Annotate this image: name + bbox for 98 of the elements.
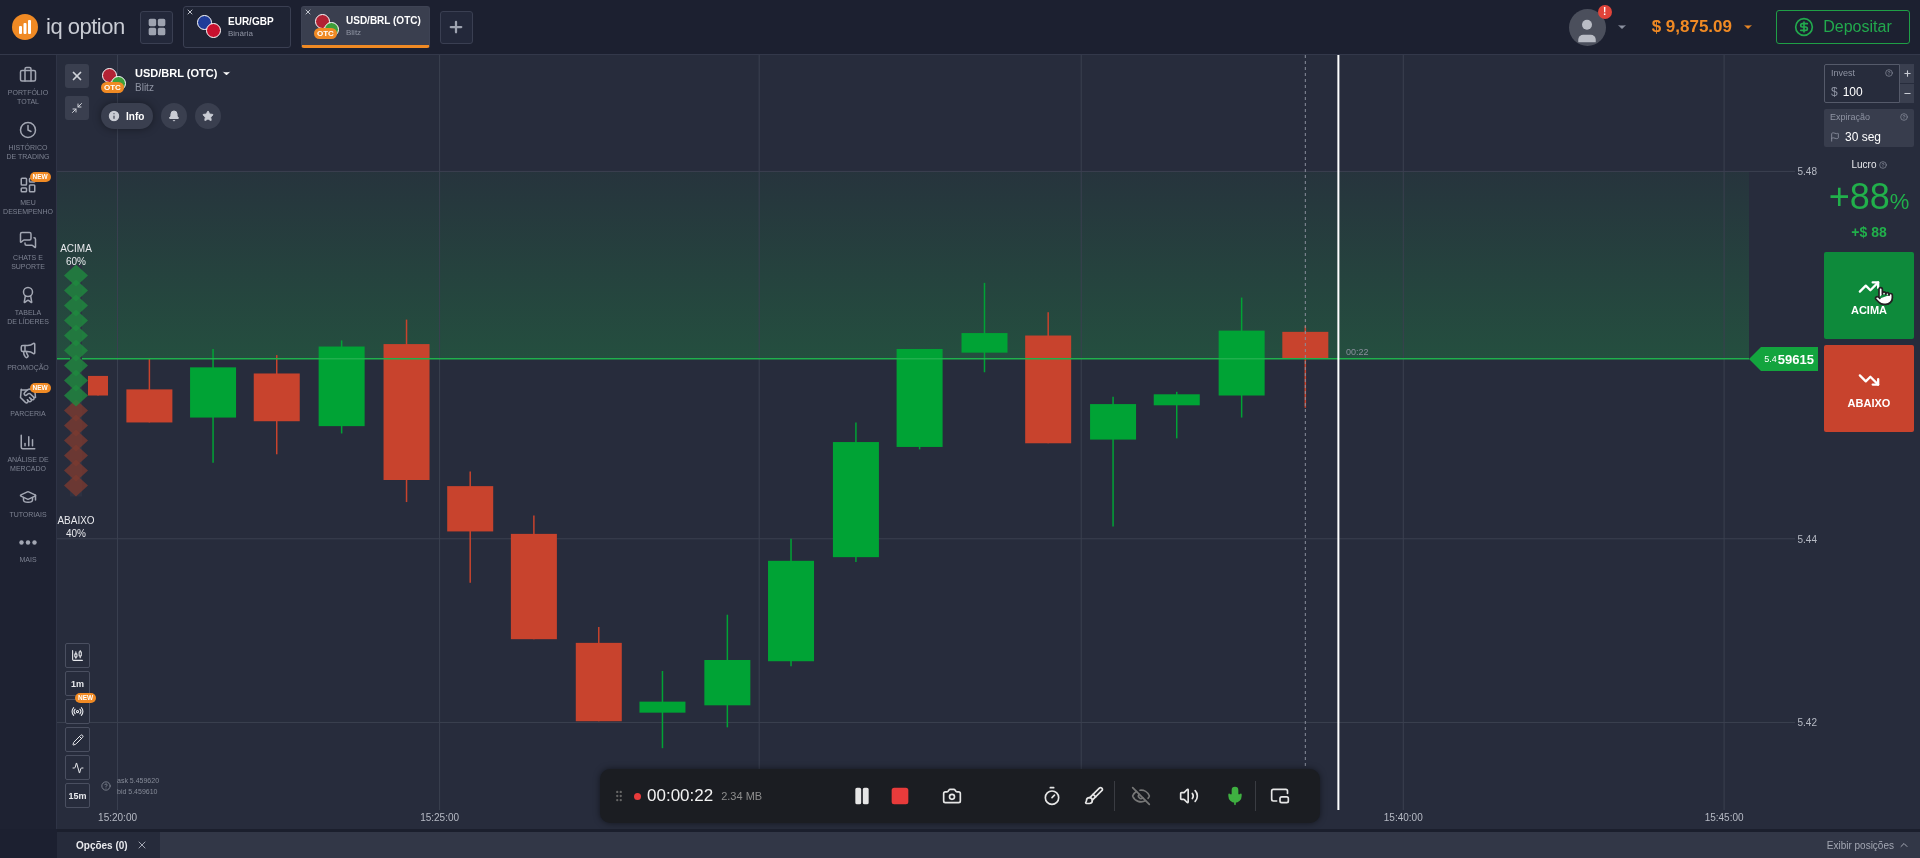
price-axis-label: 5.44 xyxy=(1797,533,1817,545)
up-button[interactable]: ACIMA xyxy=(1824,252,1914,339)
close-button[interactable] xyxy=(65,64,89,88)
candle xyxy=(1153,391,1200,440)
signal-icon xyxy=(71,705,84,718)
asset-tab[interactable]: EUR/GBP Binária xyxy=(183,6,291,48)
bell-icon xyxy=(168,110,181,122)
down-button[interactable]: ABAIXO xyxy=(1824,345,1914,432)
avatar[interactable] xyxy=(1568,8,1606,46)
decrease-button[interactable] xyxy=(1900,84,1914,103)
recording-size: 2.34 MB xyxy=(721,790,763,802)
profit-amount: +$ 88 xyxy=(1850,224,1888,240)
bar-chart-icon xyxy=(19,433,37,451)
close-icon[interactable] xyxy=(304,8,312,16)
help-icon[interactable] xyxy=(101,781,111,791)
grid-icon xyxy=(146,17,167,37)
alert-badge: ! xyxy=(1597,4,1612,19)
more-icon xyxy=(19,540,37,545)
tab-title: EUR/GBP xyxy=(228,16,274,27)
currency-symbol: $ xyxy=(1831,85,1838,99)
field-label: Invest xyxy=(1831,68,1855,78)
tab-title: USD/BRL (OTC) xyxy=(346,15,421,26)
candle xyxy=(126,358,173,424)
sentiment-percent: 60% xyxy=(65,255,87,268)
expiration-field[interactable]: Expiração 30 seg xyxy=(1824,109,1914,147)
tab-subtitle: Blitz xyxy=(346,28,363,37)
sentiment-label: ACIMA xyxy=(59,242,93,255)
profit-percent: +88 xyxy=(1828,176,1890,218)
countdown-timer: 00:22 xyxy=(1346,347,1369,357)
percent-sign: % xyxy=(1889,189,1910,215)
grid-button[interactable] xyxy=(140,10,173,44)
volume-icon xyxy=(1179,786,1200,806)
tab-subtitle: Binária xyxy=(228,29,254,38)
profit-label: Lucro xyxy=(1851,159,1877,170)
price-value: 59615 xyxy=(1777,351,1814,367)
dollar-circle-icon xyxy=(1794,17,1815,37)
brush-icon xyxy=(1084,786,1105,806)
invest-field[interactable]: Invest $ 100 xyxy=(1824,64,1900,103)
sentiment-percent: 40% xyxy=(65,527,87,540)
help-icon[interactable] xyxy=(1878,160,1887,169)
megaphone-icon xyxy=(19,341,37,359)
graduation-cap-icon xyxy=(19,488,37,506)
time-axis-label: 15:40:00 xyxy=(1383,812,1423,823)
collapse-icon xyxy=(71,102,83,114)
plus-icon xyxy=(1902,69,1912,78)
field-label: Expiração xyxy=(1830,112,1871,122)
add-tab-button[interactable] xyxy=(439,10,473,44)
stop-icon xyxy=(890,786,911,806)
close-icon[interactable] xyxy=(186,8,194,16)
time-axis-label: 15:25:00 xyxy=(420,812,460,823)
logo-text: iq option xyxy=(46,14,125,40)
candle xyxy=(88,375,108,397)
star-icon xyxy=(202,110,215,122)
clock-icon xyxy=(19,121,37,139)
pencil-icon xyxy=(71,733,84,746)
price-axis-label: 5.48 xyxy=(1797,166,1817,178)
price-prefix: 5.4 xyxy=(1764,354,1777,364)
camera-icon xyxy=(942,786,963,806)
otc-badge: OTC xyxy=(101,82,124,93)
bell-button[interactable] xyxy=(161,103,188,129)
balance[interactable]: $ 9,875.09 xyxy=(1651,17,1732,37)
options-tab[interactable]: Opções (0) xyxy=(57,832,160,858)
flag-icon xyxy=(196,14,222,40)
info-button[interactable]: Info xyxy=(101,103,154,129)
otc-badge: OTC xyxy=(314,28,337,39)
time-axis-label: 15:45:00 xyxy=(1704,812,1744,823)
chart-type-button[interactable] xyxy=(65,643,90,668)
increase-button[interactable] xyxy=(1900,64,1914,83)
show-positions-link[interactable]: Exibir posições xyxy=(1826,832,1920,858)
candlestick-icon xyxy=(71,649,84,662)
close-icon xyxy=(70,69,84,83)
deposit-button[interactable]: Depositar xyxy=(1776,10,1910,44)
sentiment-label: ABAIXO xyxy=(57,514,95,527)
expiration-value: 30 seg xyxy=(1845,130,1882,144)
invest-value: 100 xyxy=(1842,85,1863,99)
asset-type: Blitz xyxy=(135,82,155,93)
time-axis-label: 15:20:00 xyxy=(98,812,137,823)
interval-button[interactable]: 15m xyxy=(65,783,90,808)
info-icon xyxy=(107,109,121,123)
chat-icon xyxy=(19,231,37,249)
wave-icon xyxy=(71,761,84,774)
asset-tab[interactable]: OTC USD/BRL (OTC) Blitz xyxy=(301,6,430,48)
help-icon[interactable] xyxy=(1885,69,1893,77)
indicator-button[interactable] xyxy=(65,755,90,780)
signal-button[interactable] xyxy=(65,699,90,724)
timeframe-button[interactable]: 1m xyxy=(65,671,90,696)
eye-off-icon xyxy=(1131,786,1152,806)
draw-button[interactable] xyxy=(65,727,90,752)
asset-title[interactable]: USD/BRL (OTC) xyxy=(135,67,233,79)
recording-time: 00:00:22 xyxy=(647,786,714,806)
star-button[interactable] xyxy=(195,103,222,129)
logo-icon xyxy=(12,14,38,40)
flag-icon xyxy=(1830,132,1840,142)
price-axis-label: 5.42 xyxy=(1797,717,1817,729)
hand-cursor-icon xyxy=(1874,286,1894,306)
collapse-button[interactable] xyxy=(65,96,89,120)
window-icon xyxy=(1270,786,1291,806)
briefcase-icon xyxy=(19,66,37,84)
